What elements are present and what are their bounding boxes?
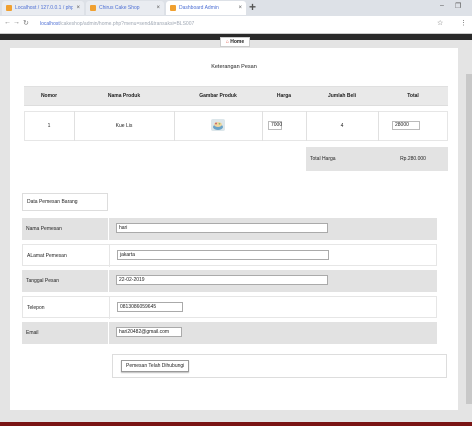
- close-icon[interactable]: ×: [76, 5, 80, 11]
- divider: [109, 245, 110, 267]
- divider: [108, 218, 109, 240]
- product-image: [211, 119, 225, 131]
- scrollbar[interactable]: [466, 74, 472, 404]
- submit-row: Pemesan Telah Dihubungi: [112, 354, 447, 378]
- home-button-label: Home: [230, 39, 245, 45]
- bottom-strip: [0, 422, 472, 426]
- url-host: localhost: [40, 21, 60, 27]
- column-header-gambar-produk: Gambar Produk: [199, 93, 237, 99]
- divider: [174, 111, 175, 141]
- section-label: Data Pemesan Barang: [22, 193, 108, 211]
- column-header-total: Total: [407, 93, 419, 99]
- column-header-nama-produk: Nama Produk: [107, 93, 141, 99]
- total-harga-value: Rp.280.000: [400, 156, 426, 162]
- browser-tab-bar: Localhost / 127.0.0.1 / phpMyAdmin × Chi…: [0, 0, 472, 16]
- field-label: Tanggal Pesan: [26, 278, 60, 284]
- email-input[interactable]: hari20482@gmail.com: [116, 327, 182, 337]
- home-icon: ⌂: [225, 39, 229, 45]
- tanggal-pesan-input[interactable]: 22-02-2019: [116, 275, 328, 285]
- form-row-tanggal-pesan: Tanggal Pesan 22-02-2019: [22, 270, 437, 292]
- form-row-alamat-pemesan: ALamat Pemesan jakarta: [22, 244, 437, 267]
- maximize-button[interactable]: ❐: [455, 2, 461, 10]
- divider: [109, 297, 110, 319]
- total-field[interactable]: 28000: [392, 121, 420, 130]
- minimize-button[interactable]: –: [440, 2, 444, 9]
- form-row-email: Email hari20482@gmail.com: [22, 322, 437, 344]
- phpmyadmin-favicon-icon: [6, 5, 12, 11]
- field-label: Telepon: [27, 305, 45, 311]
- column-header-nomor: Nomor: [40, 93, 58, 99]
- total-harga-label: Total Harga: [310, 156, 336, 162]
- new-tab-button[interactable]: +: [249, 1, 256, 14]
- forward-arrow-icon[interactable]: →: [13, 19, 20, 26]
- url-field[interactable]: localhost/cakeshop/admin/home.php?menu=s…: [40, 19, 410, 30]
- content-panel: Keterangan Pesan Nomor Nama Produk Gamba…: [10, 48, 458, 410]
- reload-icon[interactable]: ↻: [23, 19, 29, 27]
- field-label: Email: [26, 330, 39, 336]
- close-icon[interactable]: ×: [156, 5, 160, 11]
- alamat-pemesan-input[interactable]: jakarta: [117, 250, 329, 260]
- tab-dashboard-admin[interactable]: Dashboard Admin ×: [166, 1, 246, 15]
- cake-shop-favicon-icon: [90, 5, 96, 11]
- menu-dots-icon[interactable]: ⋮: [460, 19, 467, 27]
- tab-title: Chirus Cake Shop: [99, 5, 140, 11]
- telepon-input[interactable]: 0813086059645: [117, 302, 183, 312]
- dashboard-favicon-icon: [170, 5, 176, 11]
- back-arrow-icon[interactable]: ←: [4, 19, 11, 26]
- column-header-jumlah-beli: Jumlah Beli: [327, 93, 357, 99]
- divider: [262, 111, 263, 141]
- bookmark-star-icon[interactable]: ☆: [437, 19, 443, 27]
- field-label: ALamat Pemesan: [27, 253, 67, 259]
- form-row-telepon: Telepon 0813086059645: [22, 296, 437, 319]
- page-title: Keterangan Pesan: [211, 64, 257, 70]
- cell-jumlah-beli: 4: [340, 123, 344, 129]
- address-bar: ← → ↻ localhost/cakeshop/admin/home.php?…: [0, 16, 472, 34]
- cell-nama-produk: Kue Lis: [115, 123, 133, 129]
- url-path: /cakeshop/admin/home.php?menu=send&trans…: [59, 21, 195, 27]
- form-row-nama-pemesan: Nama Pemesan hari: [22, 218, 437, 240]
- tab-phpmyadmin[interactable]: Localhost / 127.0.0.1 / phpMyAdmin ×: [2, 1, 84, 15]
- home-button[interactable]: ⌂ Home: [220, 37, 250, 47]
- column-header-harga: Harga: [276, 93, 292, 99]
- page-viewport: ⌂ Home Keterangan Pesan Nomor Nama Produ…: [0, 34, 472, 426]
- nama-pemesan-input[interactable]: hari: [116, 223, 328, 233]
- close-icon[interactable]: ×: [238, 5, 242, 11]
- tab-title: Dashboard Admin: [179, 5, 219, 11]
- field-label: Nama Pemesan: [26, 226, 62, 232]
- harga-field[interactable]: 7000: [268, 121, 282, 130]
- divider: [108, 322, 109, 344]
- divider: [108, 270, 109, 292]
- pemesan-telah-dihubungi-button[interactable]: Pemesan Telah Dihubungi: [121, 360, 190, 372]
- cell-nomor: 1: [47, 123, 51, 129]
- divider: [378, 111, 379, 141]
- tab-cake-shop[interactable]: Chirus Cake Shop ×: [86, 1, 164, 15]
- tab-title: Localhost / 127.0.0.1 / phpMyAdmin: [15, 5, 74, 11]
